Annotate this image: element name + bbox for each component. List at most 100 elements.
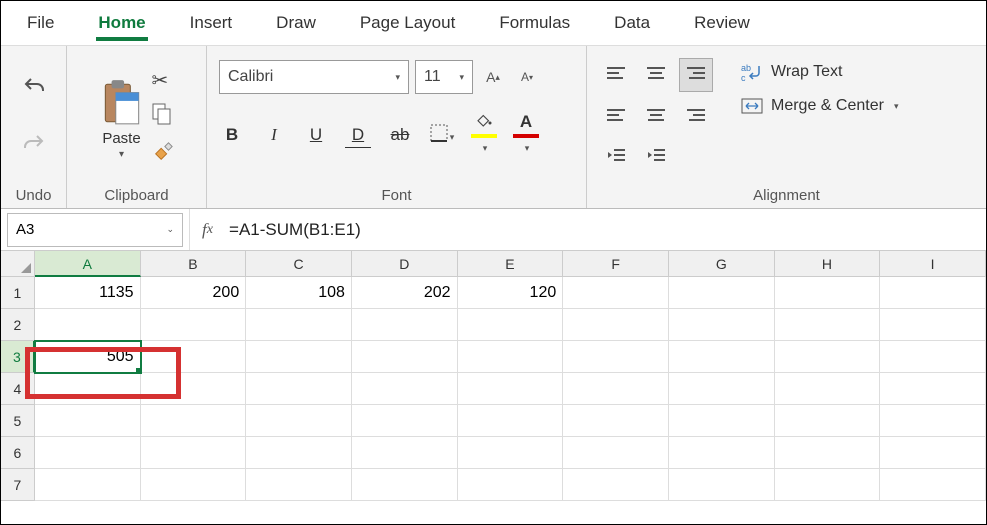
cell-D5[interactable] [352, 405, 458, 437]
cell-E2[interactable] [458, 309, 564, 341]
align-middle-left-button[interactable] [599, 98, 633, 132]
cell-G5[interactable] [669, 405, 775, 437]
row-header-1[interactable]: 1 [1, 277, 35, 309]
col-header-C[interactable]: C [246, 251, 352, 277]
cell-I2[interactable] [880, 309, 986, 341]
increase-font-size-button[interactable]: A▴ [479, 63, 507, 91]
cell-B1[interactable]: 200 [141, 277, 247, 309]
format-painter-icon[interactable] [152, 141, 174, 169]
tab-home[interactable]: Home [96, 7, 147, 39]
cell-C3[interactable] [246, 341, 352, 373]
font-color-button[interactable]: A▾ [513, 112, 539, 158]
cell-G1[interactable] [669, 277, 775, 309]
cell-A5[interactable] [35, 405, 141, 437]
cell-I3[interactable] [880, 341, 986, 373]
col-header-E[interactable]: E [458, 251, 564, 277]
align-top-left-button[interactable] [599, 58, 633, 92]
row-header-6[interactable]: 6 [1, 437, 35, 469]
cell-H3[interactable] [775, 341, 881, 373]
cell-F3[interactable] [563, 341, 669, 373]
col-header-H[interactable]: H [775, 251, 881, 277]
redo-button[interactable] [20, 132, 48, 163]
cell-D1[interactable]: 202 [352, 277, 458, 309]
fx-icon[interactable]: fx [189, 209, 225, 250]
cell-B5[interactable] [141, 405, 247, 437]
col-header-B[interactable]: B [141, 251, 247, 277]
cell-F1[interactable] [563, 277, 669, 309]
cell-C6[interactable] [246, 437, 352, 469]
cut-icon[interactable]: ✂ [152, 68, 174, 93]
select-all-corner[interactable] [1, 251, 35, 277]
cell-C4[interactable] [246, 373, 352, 405]
cell-B7[interactable] [141, 469, 247, 501]
cell-F2[interactable] [563, 309, 669, 341]
copy-icon[interactable] [152, 103, 174, 131]
cell-G4[interactable] [669, 373, 775, 405]
cell-E4[interactable] [458, 373, 564, 405]
align-top-center-button[interactable] [639, 58, 673, 92]
col-header-G[interactable]: G [669, 251, 775, 277]
cell-A6[interactable] [35, 437, 141, 469]
cell-I1[interactable] [880, 277, 986, 309]
undo-button[interactable] [20, 75, 48, 106]
cell-I4[interactable] [880, 373, 986, 405]
cell-E7[interactable] [458, 469, 564, 501]
cell-F6[interactable] [563, 437, 669, 469]
cell-D3[interactable] [352, 341, 458, 373]
cell-D4[interactable] [352, 373, 458, 405]
cell-H6[interactable] [775, 437, 881, 469]
cell-C1[interactable]: 108 [246, 277, 352, 309]
cell-C7[interactable] [246, 469, 352, 501]
tab-review[interactable]: Review [692, 7, 752, 39]
tab-draw[interactable]: Draw [274, 7, 318, 39]
cell-D2[interactable] [352, 309, 458, 341]
font-name-select[interactable]: Calibri▾ [219, 60, 409, 94]
strikethrough-button[interactable]: ab [387, 125, 413, 145]
merge-center-button[interactable]: Merge & Center ▾ [741, 96, 898, 116]
name-box[interactable]: A3 ⌄ [7, 213, 183, 247]
cell-H7[interactable] [775, 469, 881, 501]
cell-A2[interactable] [35, 309, 141, 341]
align-top-right-button[interactable] [679, 58, 713, 92]
cell-F5[interactable] [563, 405, 669, 437]
font-size-select[interactable]: 11▾ [415, 60, 473, 94]
cell-A7[interactable] [35, 469, 141, 501]
double-underline-button[interactable]: D [345, 125, 371, 145]
cell-G2[interactable] [669, 309, 775, 341]
cell-A1[interactable]: 1135 [35, 277, 141, 309]
col-header-F[interactable]: F [563, 251, 669, 277]
cell-B6[interactable] [141, 437, 247, 469]
tab-file[interactable]: File [25, 7, 56, 39]
wrap-text-button[interactable]: abc Wrap Text [741, 62, 898, 82]
cell-H2[interactable] [775, 309, 881, 341]
tab-formulas[interactable]: Formulas [497, 7, 572, 39]
chevron-down-icon[interactable]: ▾ [119, 149, 124, 160]
cell-D7[interactable] [352, 469, 458, 501]
cell-D6[interactable] [352, 437, 458, 469]
row-header-5[interactable]: 5 [1, 405, 35, 437]
cell-G6[interactable] [669, 437, 775, 469]
cell-C5[interactable] [246, 405, 352, 437]
align-middle-center-button[interactable] [639, 98, 673, 132]
col-header-A[interactable]: A [35, 251, 141, 277]
tab-insert[interactable]: Insert [188, 7, 235, 39]
row-header-2[interactable]: 2 [1, 309, 35, 341]
cell-C2[interactable] [246, 309, 352, 341]
cell-G7[interactable] [669, 469, 775, 501]
fill-color-button[interactable]: ▾ [471, 112, 497, 158]
cell-F4[interactable] [563, 373, 669, 405]
cell-E6[interactable] [458, 437, 564, 469]
cell-I6[interactable] [880, 437, 986, 469]
cell-F7[interactable] [563, 469, 669, 501]
row-header-7[interactable]: 7 [1, 469, 35, 501]
cell-B2[interactable] [141, 309, 247, 341]
italic-button[interactable]: I [261, 125, 287, 145]
col-header-I[interactable]: I [880, 251, 986, 277]
decrease-indent-button[interactable] [599, 138, 633, 172]
cell-I7[interactable] [880, 469, 986, 501]
align-middle-right-button[interactable] [679, 98, 713, 132]
cell-I5[interactable] [880, 405, 986, 437]
col-header-D[interactable]: D [352, 251, 458, 277]
paste-button[interactable]: Paste ▾ [100, 78, 144, 160]
bold-button[interactable]: B [219, 125, 245, 145]
